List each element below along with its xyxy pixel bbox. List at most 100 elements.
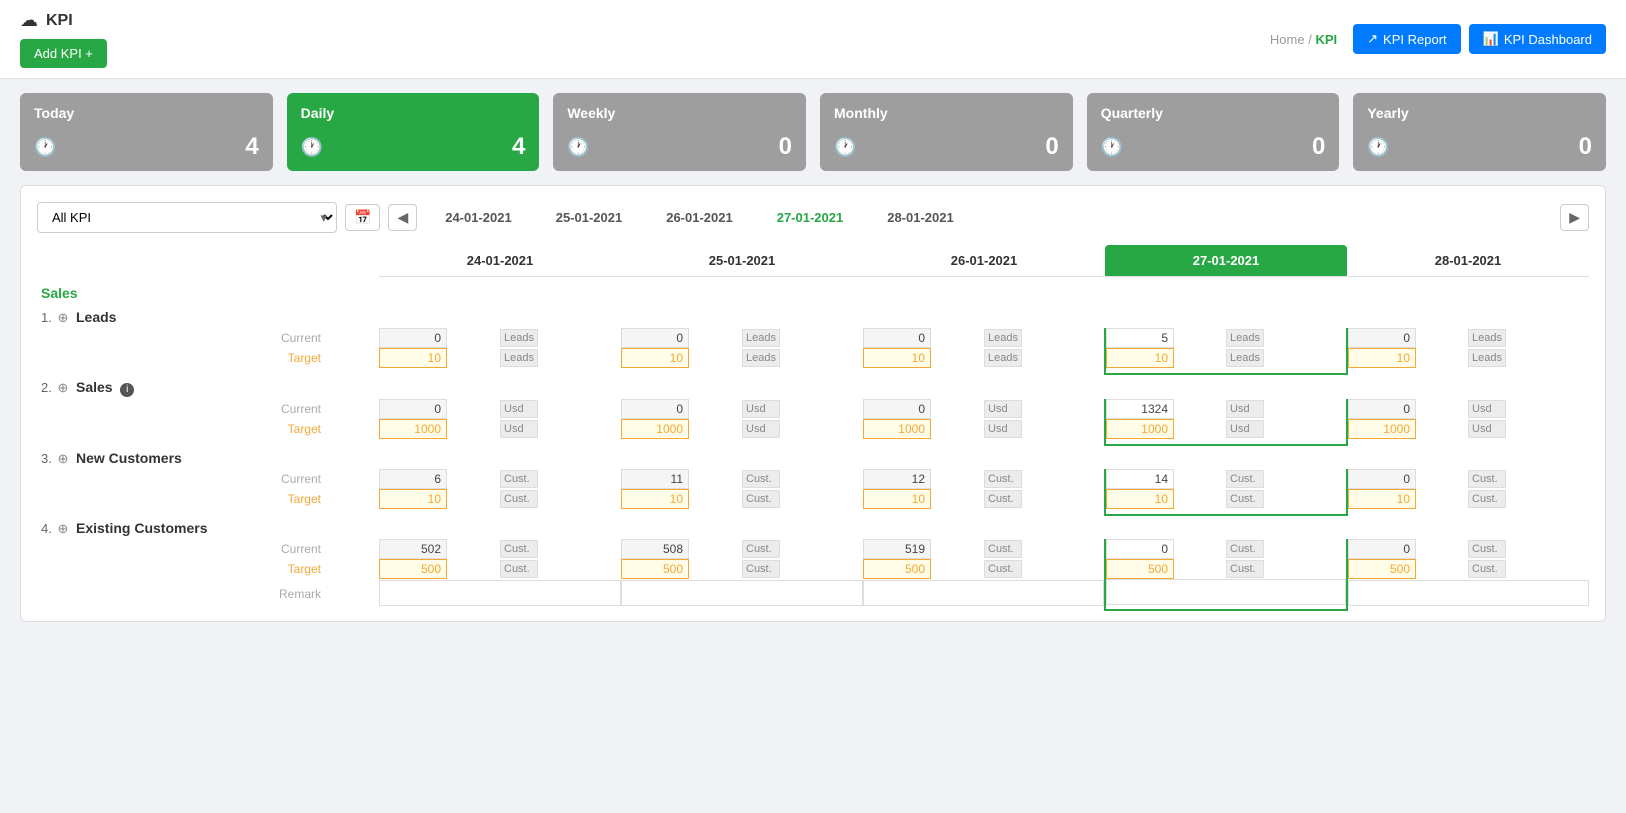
section-label: Sales [37,277,1589,306]
target-val-3-0: 500 [379,559,447,579]
period-card-value-1: 4 [512,133,525,161]
target-unit-0-1: Leads [742,349,780,367]
current-unit-3-1: Cust. [742,540,780,558]
target-unit-3-3: Cust. [1226,560,1264,578]
kpi-globe-1: ⊕ [57,380,68,395]
period-card-label-1: Daily [301,105,526,121]
remark-input-3-2[interactable] [863,580,1104,606]
target-label-2: Target [37,489,327,509]
current-val-0-2: 0 [863,328,931,348]
app-title: KPI [46,12,73,30]
current-unit-3-2: Cust. [984,540,1022,558]
period-card-monthly[interactable]: Monthly 🕐 0 [820,93,1073,171]
kpi-dashboard-button[interactable]: 📊 KPI Dashboard [1469,24,1606,54]
period-card-daily[interactable]: Daily 🕐 4 [287,93,540,171]
current-val-2-4: 0 [1348,469,1416,489]
kpi-remark-row-3: Remark [37,579,1589,610]
period-card-weekly[interactable]: Weekly 🕐 0 [553,93,806,171]
current-unit-0-3: Leads [1226,329,1264,347]
current-val-1-3: 1324 [1106,399,1174,419]
target-unit-0-2: Leads [984,349,1022,367]
current-unit-0-4: Leads [1468,329,1506,347]
target-val-3-1: 500 [621,559,689,579]
period-card-value-0: 4 [245,133,258,161]
target-val-2-3: 10 [1106,489,1174,509]
breadcrumb-home: Home [1270,32,1305,47]
kpi-globe-0: ⊕ [57,310,68,325]
target-unit-3-4: Cust. [1468,560,1506,578]
target-val-3-4: 500 [1348,559,1416,579]
current-unit-1-3: Usd [1226,400,1264,418]
remark-input-3-1[interactable] [621,580,863,606]
target-val-2-1: 10 [621,489,689,509]
current-val-3-4: 0 [1348,539,1416,559]
current-unit-1-4: Usd [1468,400,1506,418]
kpi-name-1: Sales [76,379,113,395]
content-area: Today 🕐 4 Daily 🕐 4 Weekly 🕐 0 Monthly 🕐… [0,79,1626,642]
remark-input-3-0[interactable] [379,580,621,606]
prev-date-button[interactable]: ◀ [388,204,417,231]
period-card-value-4: 0 [1312,133,1325,161]
breadcrumb-current: KPI [1315,32,1337,47]
period-card-clock-3: 🕐 [834,137,856,158]
target-unit-2-0: Cust. [500,490,538,508]
current-val-2-1: 11 [621,469,689,489]
period-card-clock-5: 🕐 [1367,137,1389,158]
target-unit-1-0: Usd [500,420,538,438]
target-unit-0-0: Leads [500,349,538,367]
date-header-1: 25-01-2021 [621,245,863,277]
target-unit-1-4: Usd [1468,420,1506,438]
kpi-index-3: 4. [41,521,52,536]
period-card-clock-0: 🕐 [34,137,56,158]
target-val-0-3: 10 [1106,348,1174,368]
current-val-2-2: 12 [863,469,931,489]
kpi-current-row-2: Current 6 Cust. 11 Cust. 12 Cust. 14 Cus… [37,469,1589,489]
kpi-name-0: Leads [76,309,116,325]
target-val-0-0: 10 [379,348,447,368]
current-val-0-4: 0 [1348,328,1416,348]
period-card-label-3: Monthly [834,105,1059,121]
target-unit-3-2: Cust. [984,560,1022,578]
current-label-1: Current [37,399,327,419]
period-card-clock-1: 🕐 [301,137,323,158]
target-val-2-2: 10 [863,489,931,509]
next-date-button[interactable]: ▶ [1560,204,1589,231]
current-val-1-0: 0 [379,399,447,419]
period-card-yearly[interactable]: Yearly 🕐 0 [1353,93,1606,171]
period-card-today[interactable]: Today 🕐 4 [20,93,273,171]
current-unit-0-1: Leads [742,329,780,347]
add-btn-row: Add KPI + [20,39,107,68]
target-val-3-3: 500 [1106,559,1174,579]
kpi-filter-select[interactable]: All KPI [37,202,337,233]
period-card-value-2: 0 [779,133,792,161]
kpi-target-row-3: Target 500 Cust. 500 Cust. 500 Cust. 500… [37,559,1589,579]
period-card-label-0: Today [34,105,259,121]
add-kpi-button[interactable]: Add KPI + [20,39,107,68]
current-val-0-3: 5 [1106,328,1174,348]
kpi-select-wrapper: All KPI [37,202,337,233]
current-val-2-3: 14 [1106,469,1174,489]
remark-label-3: Remark [37,579,327,610]
kpi-globe-2: ⊕ [57,451,68,466]
remark-input-3-3[interactable] [1106,579,1346,605]
target-val-0-1: 10 [621,348,689,368]
kpi-item-name-row: 4. ⊕ Existing Customers [37,515,1589,539]
target-unit-1-1: Usd [742,420,780,438]
kpi-index-1: 2. [41,380,52,395]
target-unit-0-3: Leads [1226,349,1264,367]
calendar-button[interactable]: 📅 [345,204,380,231]
current-unit-2-3: Cust. [1226,470,1264,488]
remark-input-3-4[interactable] [1348,580,1589,606]
current-val-3-3: 0 [1106,539,1174,559]
current-unit-2-1: Cust. [742,470,780,488]
period-card-quarterly[interactable]: Quarterly 🕐 0 [1087,93,1340,171]
target-unit-2-4: Cust. [1468,490,1506,508]
target-val-1-2: 1000 [863,419,931,439]
kpi-info-icon-1[interactable]: i [120,383,134,397]
date-header-3: 27-01-2021 [1105,245,1347,277]
breadcrumb: Home / KPI [1270,32,1337,47]
current-val-1-1: 0 [621,399,689,419]
kpi-report-button[interactable]: ↗ KPI Report [1353,24,1461,54]
period-card-value-3: 0 [1045,133,1058,161]
period-cards-row: Today 🕐 4 Daily 🕐 4 Weekly 🕐 0 Monthly 🕐… [20,79,1606,185]
